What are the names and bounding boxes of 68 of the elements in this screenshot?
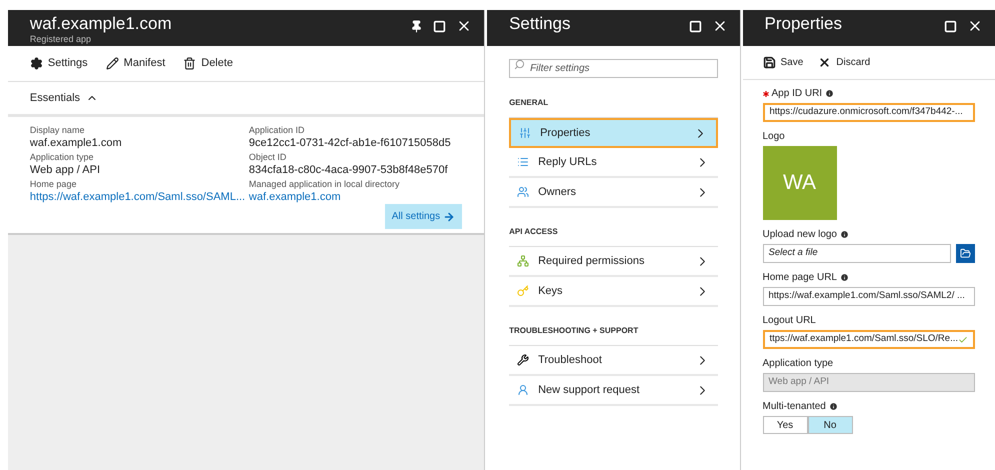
text-field[interactable]: https://cudazure.onmicrosoft.com/f347b442-... [762, 103, 975, 122]
field-link[interactable]: waf.example1.com [248, 190, 462, 204]
check-icon [958, 334, 968, 344]
group-heading: GENERAL [509, 97, 550, 109]
field-label: App ID URI [772, 87, 822, 101]
maximize-icon[interactable] [688, 20, 702, 32]
disabled-field: Web app / API [762, 373, 975, 392]
field-label: Logo [762, 130, 785, 144]
item-icon [517, 354, 530, 366]
filter-field[interactable]: Filter settings [509, 59, 718, 78]
settings-item[interactable]: Required permissions [509, 247, 718, 277]
item-icon [517, 186, 530, 198]
settings-item[interactable]: Troubleshoot [509, 346, 718, 376]
maximize-icon[interactable] [433, 20, 446, 32]
field-link[interactable]: https://waf.example1.com/Saml.sso/SAML... [30, 190, 249, 204]
field-label: Logout URL [762, 314, 816, 328]
toolbar-button[interactable]: Manifest [106, 55, 166, 72]
toggle-option[interactable]: Yes [762, 416, 808, 434]
maximize-icon[interactable] [944, 20, 957, 32]
essentials-toggle[interactable]: Essentials [8, 82, 484, 117]
all-settings-button[interactable]: All settings [384, 204, 462, 229]
field-label: Display name [30, 125, 86, 136]
logo-tile: WA [762, 146, 836, 220]
text-field[interactable]: ttps://waf.example1.com/Saml.sso/SLO/Re... [762, 330, 975, 349]
settings-item[interactable]: Properties [509, 118, 718, 148]
field-value: Web app / API [30, 163, 102, 177]
x-icon [818, 56, 832, 69]
field-label: Home page [30, 179, 78, 190]
field-label: Upload new logo [762, 228, 837, 242]
field-label: Object ID [248, 152, 288, 163]
settings-item[interactable]: New support request [509, 376, 718, 406]
blade-subtitle: Registered app [30, 34, 92, 45]
trash-icon [183, 56, 196, 70]
settings-item[interactable]: Keys [509, 277, 718, 307]
toolbar-button[interactable]: Settings [30, 55, 88, 72]
field-label: Application type [30, 152, 94, 163]
file-field[interactable]: Select a file [762, 244, 951, 263]
pin-icon[interactable] [410, 20, 424, 32]
pencil-icon [106, 56, 119, 70]
browse-button[interactable] [956, 244, 975, 263]
folder-icon [960, 248, 971, 259]
blade-title: Settings [509, 14, 571, 34]
field-label: Managed application in local directory [248, 179, 401, 190]
field-value: waf.example1.com [30, 136, 123, 150]
field-value: 9ce12cc1-0731-42cf-ab1e-f610715058d5 [248, 136, 452, 150]
field-value: 834cfa18-c80c-4aca-9907-53b8f48e570f [248, 163, 449, 177]
item-icon [517, 285, 530, 297]
group-heading: TROUBLESHOOTING + SUPPORT [509, 325, 640, 337]
search-icon [514, 59, 526, 70]
settings-item[interactable]: Reply URLs [509, 148, 718, 178]
field-label: Multi-tenanted [762, 400, 826, 414]
item-icon [517, 255, 530, 267]
text-field[interactable]: https://waf.example1.com/Saml.sso/SAML2/ ... [762, 287, 975, 306]
toolbar-button[interactable]: Save [762, 55, 804, 70]
item-icon [519, 127, 532, 139]
blade-title: waf.example1.com [30, 14, 172, 34]
blade-title: Properties [764, 14, 842, 34]
item-icon [517, 384, 530, 396]
field-label: Application type [762, 357, 834, 371]
toolbar-button[interactable]: Discard [818, 55, 870, 70]
field-label: Application ID [248, 125, 306, 136]
settings-item[interactable]: Owners [509, 178, 718, 208]
toggle-option[interactable]: No [808, 416, 852, 434]
field-label: Home page URL [762, 271, 837, 285]
group-heading: API ACCESS [509, 226, 559, 238]
gear-icon [30, 56, 43, 70]
arrow-right-icon [443, 210, 456, 222]
toolbar-button[interactable]: Delete [183, 55, 234, 72]
